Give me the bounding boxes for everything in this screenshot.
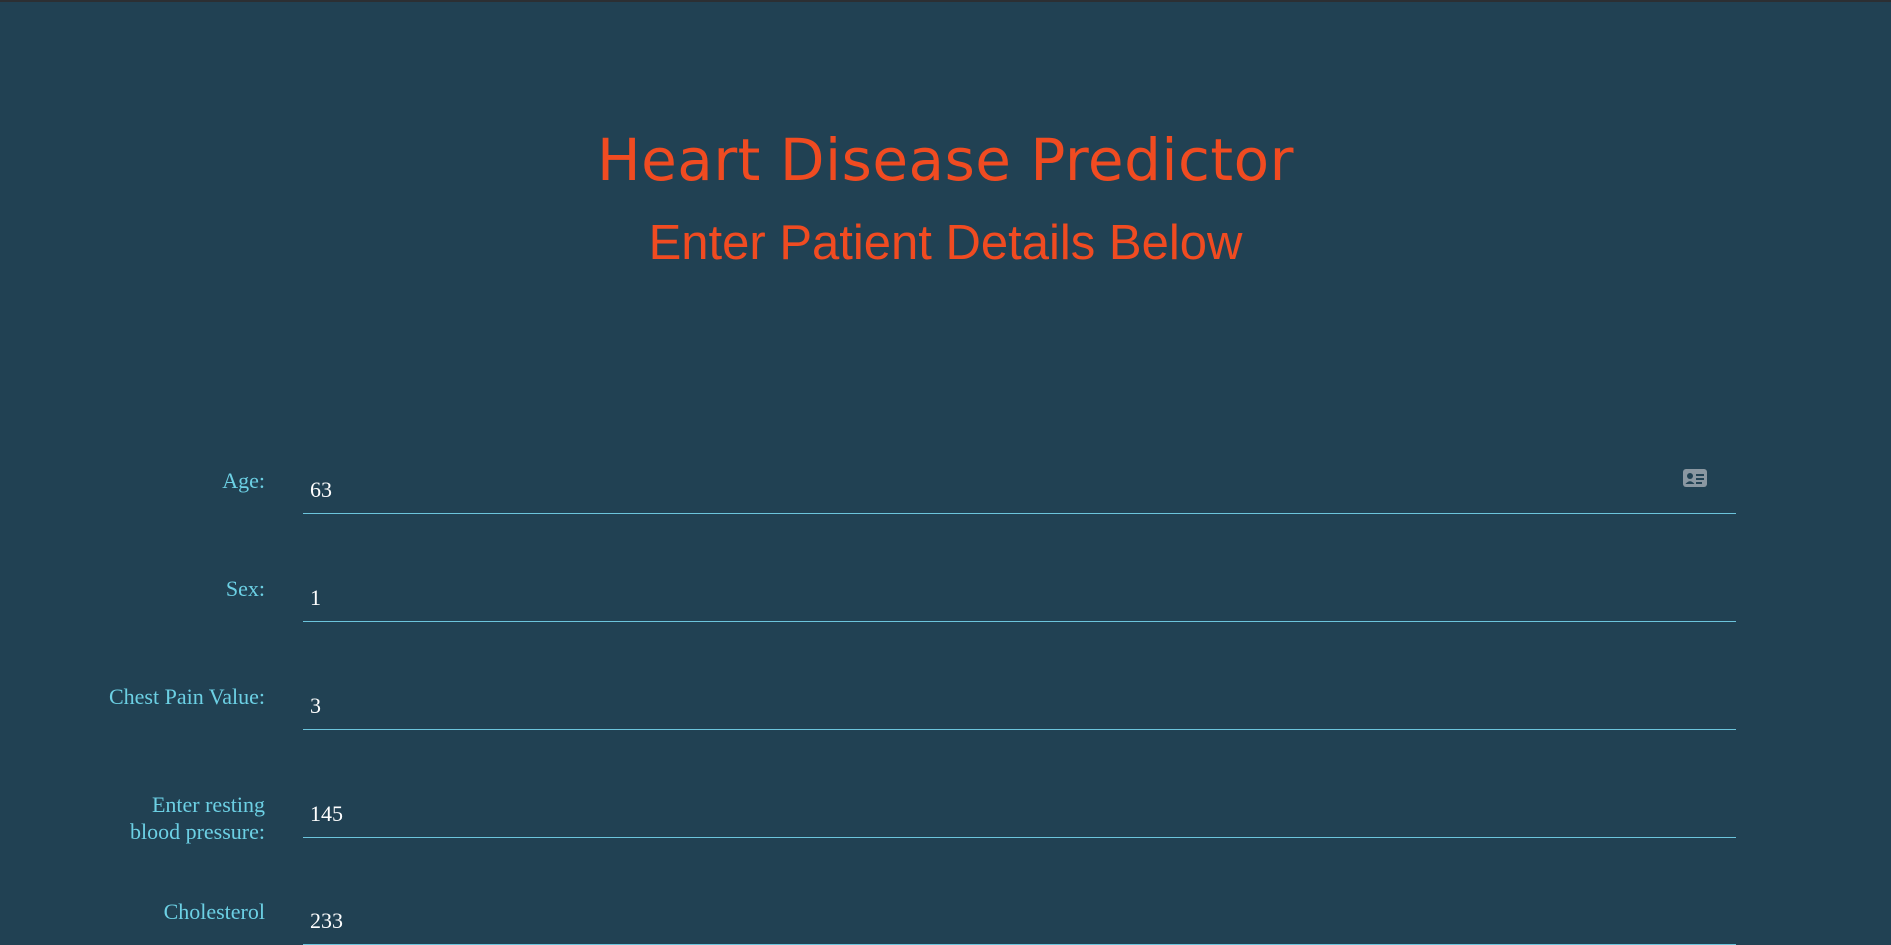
cholesterol-input[interactable] [303,897,1736,945]
chest-pain-input[interactable] [303,682,1736,730]
sex-input[interactable] [303,574,1736,622]
age-input[interactable] [303,466,1736,514]
contact-card-icon[interactable] [1682,467,1708,489]
resting-blood-pressure-label: Enter resting blood pressure: [129,792,265,844]
patient-details-form: Age: Sex: Chest Pain Value: Enter restin… [0,0,1891,945]
sex-label: Sex: [225,576,265,601]
chest-pain-label: Chest Pain Value: [108,684,265,709]
age-label: Age: [222,468,265,493]
cholesterol-label: Cholesterol [163,899,265,924]
resting-blood-pressure-input[interactable] [303,790,1736,838]
